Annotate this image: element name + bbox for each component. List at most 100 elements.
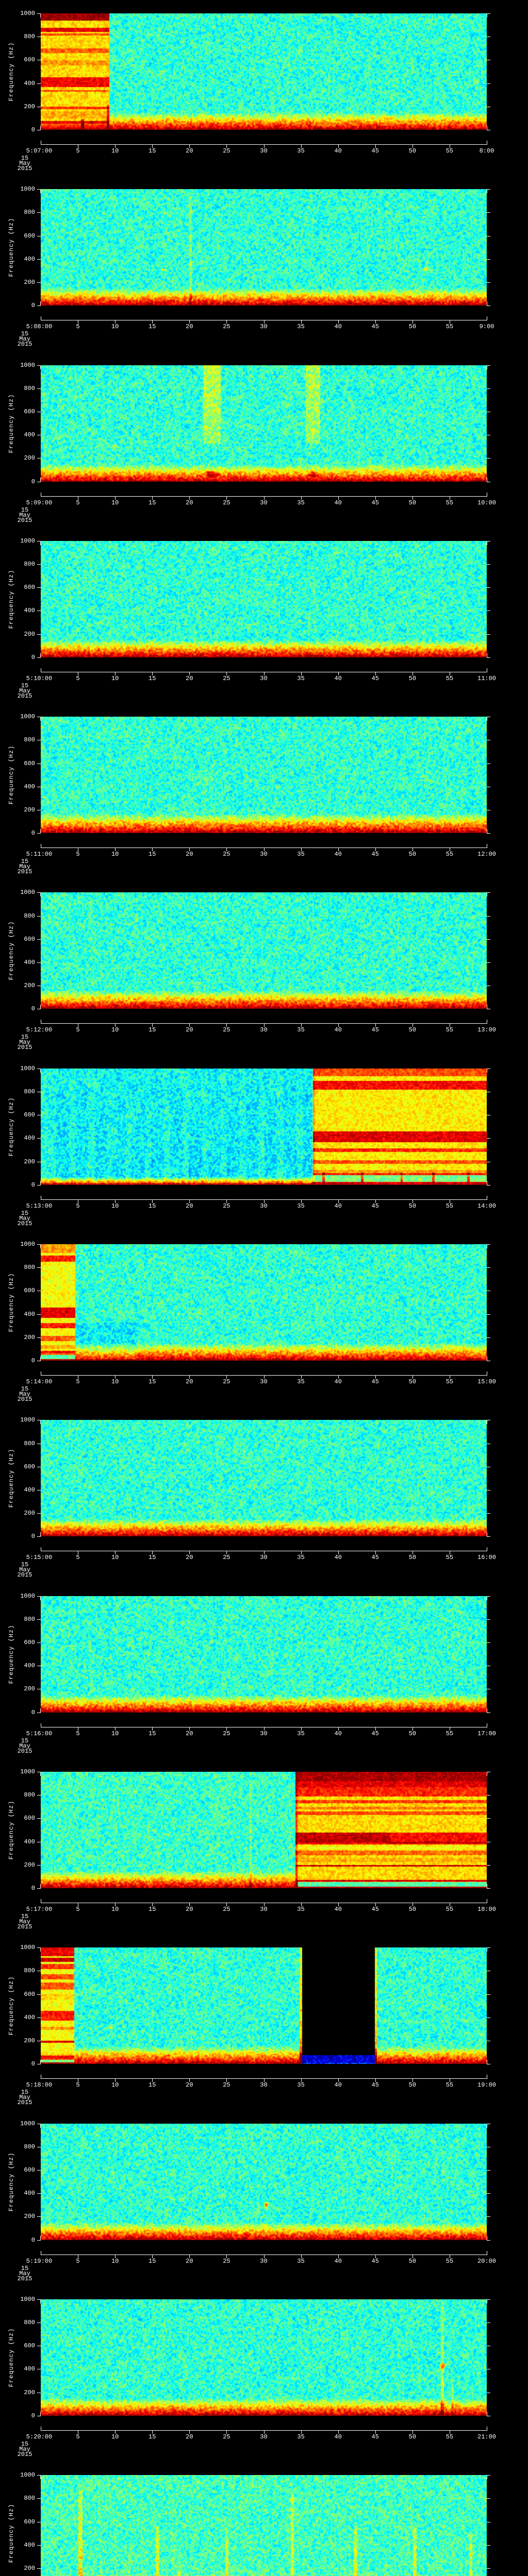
x-tick-label: 20 — [186, 323, 193, 331]
y-tick-label: 600 — [24, 935, 35, 943]
x-tick-label: 5 — [76, 1026, 80, 1034]
frame-corner-stub — [40, 1005, 41, 1009]
date-label-year: 2015 — [17, 2450, 32, 2458]
spectrogram-panel-5-19-00: Frequency (Hz) 1000 800 600 400 200 0 5 10 15 20 25… — [0, 2110, 528, 2286]
frame-corner-stub — [40, 301, 41, 306]
y-tick-label: 200 — [24, 2564, 35, 2572]
y-tick-mark-right — [487, 365, 490, 366]
y-tick-label: 1000 — [20, 10, 35, 17]
frame-corner-stub — [40, 1771, 41, 1776]
x-tick-label: 30 — [260, 1378, 268, 1386]
y-tick-label: 1000 — [20, 361, 35, 369]
x-tick-label: 50 — [408, 674, 417, 682]
x-tick-label: 35 — [297, 1730, 305, 1737]
x-tick-label: 5 — [76, 1554, 80, 1562]
spectrogram-panel-5-08-00: Frequency (Hz) 1000 800 600 400 200 0 5 10 15 20 25… — [0, 176, 528, 351]
y-tick-mark-left — [37, 2216, 41, 2217]
y-tick-mark-left — [37, 657, 41, 658]
date-label-year: 2015 — [17, 1571, 32, 1579]
y-tick-label: 400 — [24, 607, 35, 615]
y-tick-label: 1000 — [20, 2471, 35, 2479]
y-tick-label: 600 — [24, 2166, 35, 2174]
y-tick-label: 400 — [24, 1134, 35, 1142]
x-tick-label: 25 — [223, 1026, 230, 1034]
y-tick-mark-right — [487, 282, 490, 283]
y-axis-label: Frequency (Hz) — [8, 1976, 15, 2036]
y-tick-label: 600 — [24, 56, 35, 64]
panel-end-time-label: 18:00 — [477, 1905, 497, 1913]
x-tick-label: 25 — [223, 2433, 230, 2441]
y-tick-label: 400 — [24, 1662, 35, 1670]
x-tick-label: 5 — [76, 2081, 80, 2089]
y-tick-label: 400 — [24, 959, 35, 967]
y-tick-mark-left — [37, 634, 41, 635]
y-tick-label: 800 — [24, 561, 35, 568]
x-tick-label: 25 — [223, 2257, 230, 2265]
y-tick-mark-left — [37, 916, 41, 917]
frame-corner-stub — [40, 653, 41, 657]
y-tick-label: 0 — [31, 1884, 35, 1892]
y-tick-mark-right — [487, 1596, 490, 1597]
y-tick-mark-left — [37, 2240, 41, 2241]
y-tick-mark-right — [487, 564, 490, 565]
panel-start-time-label: 5:14:00 — [26, 1378, 53, 1386]
y-tick-label: 1000 — [20, 1416, 35, 1424]
frame-corner-stub — [40, 13, 41, 18]
x-tick-label: 25 — [223, 1905, 230, 1913]
y-tick-label: 1000 — [20, 889, 35, 896]
x-tick-label: 5 — [76, 499, 80, 506]
panel-end-time-label: 13:00 — [477, 1026, 497, 1034]
x-tick-label: 40 — [334, 2081, 342, 2089]
y-tick-label: 200 — [24, 103, 35, 110]
x-tick-label: 10 — [111, 499, 119, 506]
panel-end-time-label: 9:00 — [479, 323, 494, 331]
x-tick-label: 50 — [408, 1730, 417, 1737]
date-label-year: 2015 — [17, 2099, 32, 2107]
y-tick-label: 400 — [24, 2190, 35, 2197]
y-tick-label: 600 — [24, 584, 35, 591]
y-tick-mark-right — [487, 1138, 490, 1139]
spectrogram-panel-5-16-00: Frequency (Hz) 1000 800 600 400 200 0 5 10 15 20 25… — [0, 1583, 528, 1758]
x-tick-label: 20 — [186, 674, 193, 682]
panel-end-time-label: 16:00 — [477, 1554, 497, 1562]
x-tick-label: 15 — [148, 674, 156, 682]
x-tick-label: 50 — [408, 499, 417, 506]
y-tick-label: 0 — [31, 2236, 35, 2244]
y-tick-label: 200 — [24, 1158, 35, 1165]
x-tick-label: 50 — [408, 1554, 417, 1562]
y-tick-label: 600 — [24, 759, 35, 767]
frame-corner-stub — [40, 1180, 41, 1185]
y-tick-mark-right — [487, 1865, 490, 1866]
y-tick-label: 0 — [31, 1181, 35, 1189]
x-tick-label: 30 — [260, 1905, 268, 1913]
x-tick-label: 15 — [148, 1378, 156, 1386]
y-tick-mark-left — [37, 1642, 41, 1643]
frame-corner-stub — [40, 1947, 41, 1952]
x-tick-label: 20 — [186, 499, 193, 506]
y-tick-label: 600 — [24, 1111, 35, 1119]
x-tick-label: 15 — [148, 323, 156, 331]
y-tick-label: 600 — [24, 2342, 35, 2350]
spectrogram-canvas — [41, 1947, 487, 2064]
x-tick-label: 5 — [76, 851, 80, 858]
y-tick-mark-right — [487, 212, 490, 213]
y-tick-label: 1000 — [20, 1944, 35, 1952]
y-tick-label: 400 — [24, 79, 35, 87]
y-tick-mark-left — [37, 1513, 41, 1514]
x-tick-label: 15 — [148, 1905, 156, 1913]
y-tick-mark-right — [487, 1818, 490, 1819]
y-tick-mark-right — [487, 1947, 490, 1948]
y-tick-label: 0 — [31, 1708, 35, 1716]
y-tick-label: 800 — [24, 33, 35, 41]
date-label-year: 2015 — [17, 1219, 32, 1227]
y-tick-mark-left — [37, 1619, 41, 1620]
x-tick-label: 35 — [297, 1905, 305, 1913]
y-tick-mark-right — [487, 2216, 490, 2217]
spectrogram-panel-5-15-00: Frequency (Hz) 1000 800 600 400 200 0 5 10 15 20 25… — [0, 1406, 528, 1582]
x-tick-label: 10 — [111, 851, 119, 858]
spectrogram-canvas — [41, 2123, 487, 2240]
x-tick-label: 55 — [446, 674, 454, 682]
x-tick-label: 40 — [334, 323, 342, 331]
x-tick-label: 40 — [334, 499, 342, 506]
date-label-year: 2015 — [17, 692, 32, 700]
